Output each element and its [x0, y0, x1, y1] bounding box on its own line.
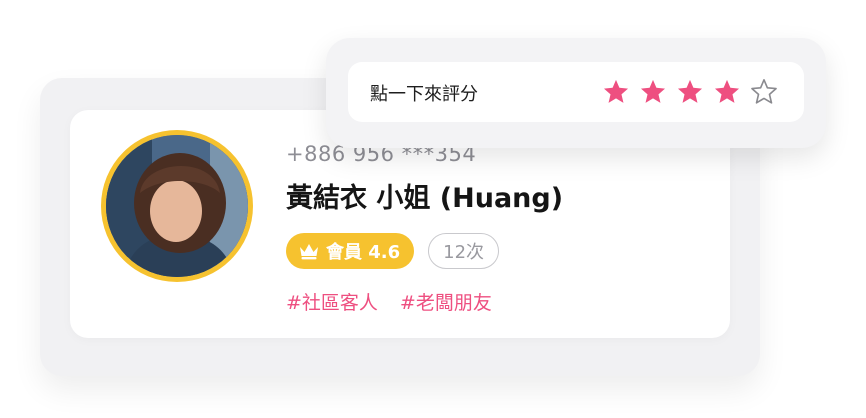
rating-box: 點一下來評分 [348, 62, 804, 122]
star-filled-icon[interactable] [639, 78, 667, 106]
avatar [101, 130, 253, 282]
crown-icon [300, 244, 318, 260]
star-filled-icon[interactable] [602, 78, 630, 106]
visit-count-badge: 12次 [428, 233, 500, 269]
star-filled-icon[interactable] [713, 78, 741, 106]
tag-owner-friend[interactable]: #老闆朋友 [400, 288, 492, 315]
tag-list: #社區客人 #老闆朋友 [286, 288, 492, 315]
rating-panel: 點一下來評分 [326, 38, 826, 148]
star-filled-icon[interactable] [676, 78, 704, 106]
customer-name: 黃結衣 小姐 (Huang) [286, 183, 564, 214]
star-rating[interactable] [602, 78, 778, 106]
rating-prompt: 點一下來評分 [370, 84, 478, 105]
star-outline-icon[interactable] [750, 78, 778, 106]
tag-community-guest[interactable]: #社區客人 [286, 288, 378, 315]
member-badge: 會員 4.6 [286, 233, 415, 269]
member-level: 會員 4.6 [326, 242, 401, 263]
badge-row: 會員 4.6 12次 [286, 233, 500, 269]
avatar-photo [106, 135, 248, 277]
